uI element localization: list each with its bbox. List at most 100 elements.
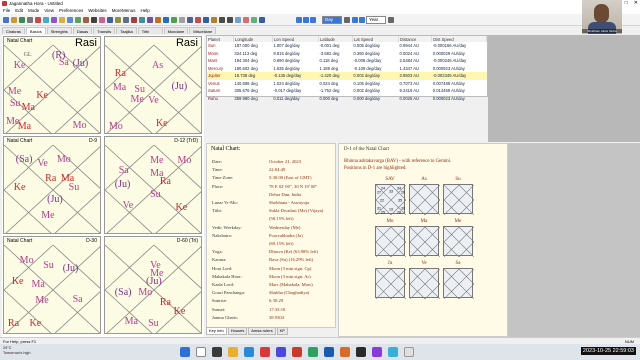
tab-miscellane[interactable]: Miscellane	[189, 27, 217, 34]
edge-icon[interactable]	[244, 347, 254, 357]
unit-dropdown-icon[interactable]	[388, 17, 394, 23]
chart-1[interactable]: Natal Chart Rasi Ke GL Sa (R) (Ju) Ke Me Su Ma Me Ma…	[3, 36, 101, 134]
tab-strengths[interactable]: Strengths	[46, 27, 72, 34]
navigation-icon[interactable]	[259, 17, 265, 23]
menu-item-mode[interactable]: Mode	[28, 7, 39, 14]
unit-select[interactable]: Year	[366, 16, 386, 24]
table-row[interactable]: Mars 194.304 deg 0.690 deg/day 0.118 deg -0.…	[207, 57, 487, 65]
bottom-tab-houses[interactable]: Houses	[227, 327, 248, 335]
step-back-icon[interactable]	[296, 17, 302, 23]
arrow-left-icon[interactable]	[219, 17, 225, 23]
chart-4[interactable]: D-12 (TrD) Me Mo Sa Ma Ra (Ju) Su Ve Ke	[104, 136, 202, 234]
new-chart-icon[interactable]	[3, 17, 9, 23]
settings-icon[interactable]	[107, 17, 113, 23]
chart-3[interactable]: Natal Chart D-9 (Sa) Ve Mo Ra Ma Ke Su (Ju) Me	[3, 136, 101, 234]
bav-chart-ma[interactable]	[409, 226, 440, 257]
table-row[interactable]: Jupiter 18.738 deg -0.135 deg/day -1.420 de…	[207, 72, 487, 80]
tab-basics[interactable]: Basics	[25, 27, 46, 34]
menu-item-file[interactable]: File	[3, 7, 10, 14]
maximize-icon[interactable]: □	[625, 0, 628, 7]
bav-chart-sa[interactable]	[443, 268, 474, 299]
bav-chart-ju[interactable]	[375, 268, 406, 299]
moon-icon[interactable]	[163, 17, 169, 23]
bav-chart-su[interactable]	[443, 184, 474, 215]
sun-icon[interactable]	[155, 17, 161, 23]
star-icon[interactable]	[115, 17, 121, 23]
jhora-task-icon[interactable]	[292, 347, 302, 357]
calendar-icon[interactable]	[123, 17, 129, 23]
grid-icon[interactable]	[251, 17, 257, 23]
tab-chakras[interactable]: Chakras	[2, 27, 25, 34]
nudge-forward-icon[interactable]	[359, 17, 365, 23]
help-icon[interactable]	[187, 17, 193, 23]
start-icon[interactable]	[180, 347, 190, 357]
bav-chart-mo[interactable]	[375, 226, 406, 257]
book-icon[interactable]	[83, 17, 89, 23]
menu-item-preferences[interactable]: Preferences	[59, 7, 83, 14]
menu-item-websites[interactable]: Websites	[88, 7, 106, 14]
task-view-icon[interactable]	[212, 347, 222, 357]
globe-icon[interactable]	[75, 17, 81, 23]
bav-chart-as[interactable]	[409, 184, 440, 215]
refresh-icon[interactable]	[139, 17, 145, 23]
zoom-icon[interactable]	[147, 17, 153, 23]
table-row[interactable]: Saturn 305.676 deg -0.017 deg/day -1.752 de…	[207, 87, 487, 95]
play-icon[interactable]	[303, 17, 309, 23]
powerpoint-icon[interactable]	[340, 347, 350, 357]
table-row[interactable]: Mercury 190.602 deg 1.635 deg/day 1.188 deg…	[207, 65, 487, 73]
bottom-tab-kp[interactable]: KP	[276, 327, 288, 335]
copy-icon[interactable]	[43, 17, 49, 23]
save-icon[interactable]	[19, 17, 25, 23]
table-row[interactable]: Moon 324.113 deg 9.815 deg/day -3.582 deg 0.…	[207, 50, 487, 58]
bav-chart-sav[interactable]: 33 24 27 22 31 25 19 28 30 35 26 34	[375, 184, 406, 215]
print-icon[interactable]	[27, 17, 33, 23]
planet-icon[interactable]	[171, 17, 177, 23]
table-row[interactable]: Sun 187.000 deg 1.007 deg/day -0.001 deg 0.0…	[207, 42, 487, 50]
step-forward-icon[interactable]	[310, 17, 316, 23]
weather-widget[interactable]: 29°C Tomorrow's high	[3, 346, 31, 356]
bottom-tab-key-info[interactable]: Key Info	[206, 327, 227, 335]
clock-icon[interactable]	[91, 17, 97, 23]
tab-taajika[interactable]: Taajika	[116, 27, 137, 34]
tab-tithi-pravesha[interactable]: Tithi Pravesha	[137, 27, 163, 41]
obs-icon[interactable]	[356, 347, 366, 357]
chart-icon[interactable]	[59, 17, 65, 23]
arrow-right-icon[interactable]	[227, 17, 233, 23]
info-icon[interactable]	[179, 17, 185, 23]
chart-2[interactable]: Rasi Ra As Ma Su Me (Ju) Ve Ke Mo	[104, 36, 202, 134]
nudge-back-icon[interactable]	[352, 17, 358, 23]
zoom-app-icon[interactable]	[388, 347, 398, 357]
tab-transits[interactable]: Transits	[93, 27, 116, 34]
teams-icon[interactable]	[276, 347, 286, 357]
paste-icon[interactable]	[51, 17, 57, 23]
chart-6[interactable]: D-60 (Tri) Ve Me (Ju) (Sa) Mo Ra Ke Ma Su	[104, 236, 202, 334]
menu-item-moremenus[interactable]: MoreMenus	[112, 7, 136, 14]
list-icon[interactable]	[211, 17, 217, 23]
tab-mundane[interactable]: Mundane	[163, 27, 189, 34]
dropdown-icon[interactable]	[344, 17, 350, 23]
search-icon[interactable]	[196, 347, 206, 357]
close-icon[interactable]: ✕	[634, 0, 638, 7]
menu-item-help[interactable]: Help	[140, 7, 149, 14]
window-icon[interactable]	[203, 17, 209, 23]
app-icon-purple[interactable]	[372, 347, 382, 357]
excel-icon[interactable]	[308, 347, 318, 357]
file-explorer-icon[interactable]	[228, 347, 238, 357]
tools-icon[interactable]	[195, 17, 201, 23]
heart-icon[interactable]	[99, 17, 105, 23]
chart-5[interactable]: Natal Chart D-30 Mo Su (Ju) Ke Ma Me Sa Ra Ke	[3, 236, 101, 334]
chrome-icon[interactable]	[260, 347, 270, 357]
export-icon[interactable]	[243, 17, 249, 23]
person-icon[interactable]	[67, 17, 73, 23]
open-icon[interactable]	[11, 17, 17, 23]
cut-icon[interactable]	[35, 17, 41, 23]
step-select[interactable]: Day	[322, 16, 342, 24]
filter-icon[interactable]	[235, 17, 241, 23]
table-row[interactable]: Venus 140.688 deg 1.024 deg/day 0.024 deg 0.…	[207, 80, 487, 88]
menu-item-view[interactable]: View	[44, 7, 54, 14]
bav-chart-ve[interactable]	[409, 268, 440, 299]
notepad-icon[interactable]	[404, 347, 414, 357]
tab-dasas[interactable]: Dasas	[72, 27, 93, 34]
menu-item-edit[interactable]: Edit	[15, 7, 23, 14]
bav-chart-me[interactable]	[443, 226, 474, 257]
